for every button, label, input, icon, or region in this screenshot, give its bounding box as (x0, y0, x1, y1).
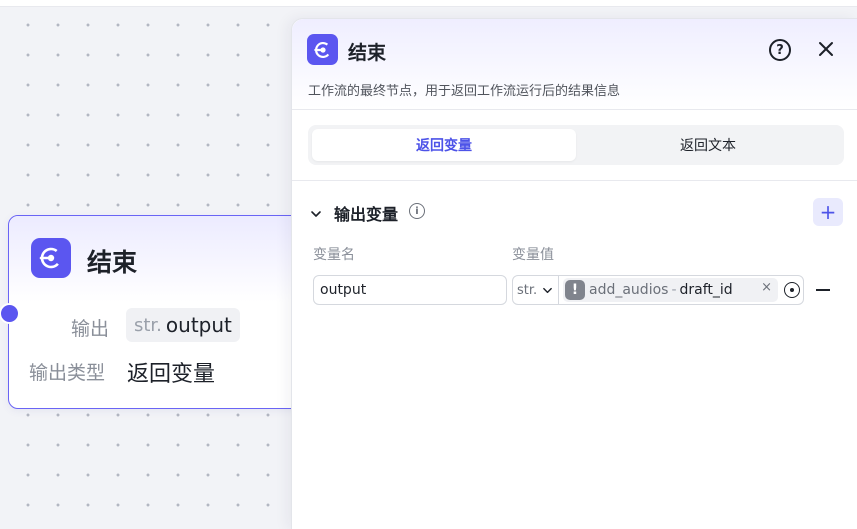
node-output-kind-label: 输出类型 (29, 362, 106, 384)
variable-value-field: str. ! add_audios - draft_id × (512, 275, 804, 305)
node-output-kind-value: 返回变量 (127, 362, 216, 387)
remove-variable-button[interactable] (816, 289, 830, 291)
warning-icon: ! (565, 280, 585, 300)
variable-reference-chip[interactable]: ! add_audios - draft_id × (563, 278, 778, 302)
end-node-card[interactable]: 结束 输出 str. output 输出类型 返回变量 (0, 215, 308, 409)
column-label-name: 变量名 (313, 247, 355, 263)
close-icon[interactable] (814, 37, 838, 61)
input-port[interactable] (0, 303, 20, 324)
top-strip (0, 0, 857, 7)
column-label-value: 变量值 (512, 247, 554, 263)
value-type-label: str. (517, 282, 538, 298)
node-output-chip: str. output (126, 308, 240, 342)
chevron-down-icon (543, 287, 553, 293)
value-type-select[interactable]: str. (513, 276, 559, 304)
tab-return-variable[interactable]: 返回变量 (312, 129, 576, 161)
node-output-name: output (165, 313, 232, 337)
end-node-icon (31, 238, 71, 278)
clear-reference-button[interactable]: × (761, 280, 772, 295)
section-title: 输出变量 (334, 205, 399, 224)
ref-variable-name: draft_id (679, 282, 733, 298)
node-title: 结束 (87, 248, 138, 277)
node-output-type: str. (134, 314, 162, 336)
variable-name-input[interactable] (313, 275, 507, 305)
info-icon[interactable]: i (409, 203, 425, 219)
variable-picker-icon[interactable] (784, 282, 800, 298)
ref-separator: - (671, 282, 677, 298)
chevron-down-icon[interactable] (310, 205, 322, 217)
add-variable-button[interactable]: + (813, 198, 843, 226)
node-output-label: 输出 (71, 318, 110, 340)
ref-node-name: add_audios (589, 282, 669, 298)
help-icon[interactable]: ? (769, 39, 791, 61)
panel-description: 工作流的最终节点，用于返回工作流运行后的结果信息 (308, 84, 621, 99)
output-mode-tabs: 返回变量 返回文本 (308, 125, 844, 165)
tab-return-text[interactable]: 返回文本 (576, 129, 840, 161)
divider (292, 180, 857, 181)
panel-title: 结束 (348, 42, 387, 64)
end-node-icon (307, 34, 338, 65)
node-settings-panel: 结束 ? 工作流的最终节点，用于返回工作流运行后的结果信息 返回变量 返回文本 … (291, 18, 857, 529)
